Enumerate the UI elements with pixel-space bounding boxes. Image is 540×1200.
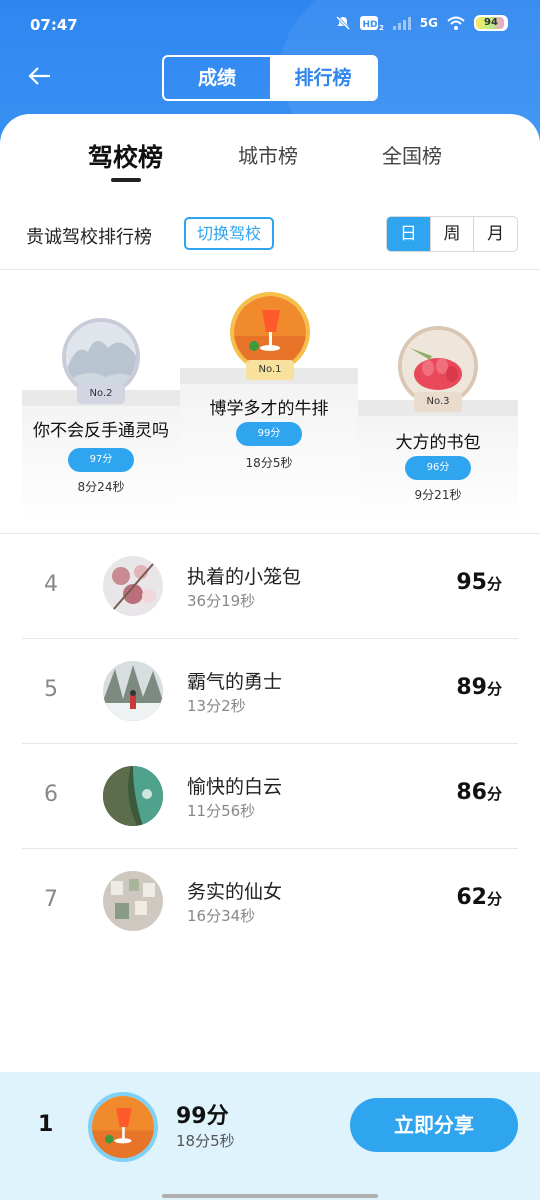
list-time: 36分19秒 xyxy=(187,592,256,610)
list-rank: 7 xyxy=(44,887,58,912)
tab-national[interactable]: 全国榜 xyxy=(382,140,442,169)
avatar[interactable] xyxy=(103,871,163,931)
tab-school[interactable]: 驾校榜 xyxy=(88,138,163,174)
avatar[interactable] xyxy=(103,661,163,721)
list-name: 执着的小笼包 xyxy=(187,566,302,588)
list-item[interactable]: 4 执着的小笼包 36分19秒 95分 xyxy=(22,534,518,639)
my-avatar[interactable] xyxy=(88,1092,158,1162)
segment-control: 成绩 排行榜 xyxy=(162,55,378,101)
list-item[interactable]: 6 愉快的白云 11分56秒 86分 xyxy=(22,744,518,849)
svg-text:2: 2 xyxy=(379,24,384,31)
status-bar: 07:47 HD 2 5G 94 xyxy=(0,0,540,50)
avatar-image xyxy=(103,766,163,826)
list-rank: 5 xyxy=(44,677,58,702)
my-rank-bar: 1 99分 18分5秒 立即分享 xyxy=(0,1072,540,1200)
ranking-tabs: 驾校榜 城市榜 全国榜 xyxy=(0,114,540,194)
avatar-image xyxy=(103,661,163,721)
hd-icon: HD 2 xyxy=(359,16,384,31)
bell-off-icon xyxy=(335,15,350,31)
ranking-list: 4 执着的小笼包 36分19秒 95分 5 霸气的勇士 13分2秒 89分 6 … xyxy=(22,534,518,954)
list-time: 16分34秒 xyxy=(187,907,256,925)
list-name: 务实的仙女 xyxy=(187,881,283,903)
home-indicator[interactable] xyxy=(162,1194,378,1198)
rank-tag-2: No.2 xyxy=(77,384,125,404)
avatar-image xyxy=(234,296,306,368)
network-type: 5G xyxy=(419,16,438,30)
wifi-icon xyxy=(447,16,465,30)
period-day[interactable]: 日 xyxy=(387,217,430,251)
school-title: 贵诚驾校排行榜 xyxy=(26,227,152,248)
list-score: 86分 xyxy=(456,780,502,805)
battery-level: 94 xyxy=(484,17,498,28)
podium: No.2 No.1 No.3 你不会反手通灵吗 97分 8分24秒 博学多才的牛… xyxy=(0,270,540,532)
list-time: 13分2秒 xyxy=(187,697,246,715)
rank-tag-1: No.1 xyxy=(246,360,294,380)
avatar-image xyxy=(103,871,163,931)
podium-time-1: 18分5秒 xyxy=(245,456,293,470)
list-name: 愉快的白云 xyxy=(187,776,283,798)
podium-time-2: 8分24秒 xyxy=(77,480,125,494)
tab-city[interactable]: 城市榜 xyxy=(238,140,298,169)
podium-score-2: 97分 xyxy=(68,448,134,472)
podium-score-3: 96分 xyxy=(405,456,471,480)
my-time: 18分5秒 xyxy=(176,1132,235,1150)
avatar-image xyxy=(103,556,163,616)
status-time: 07:47 xyxy=(30,16,78,34)
list-name: 霸气的勇士 xyxy=(187,671,283,693)
list-rank: 4 xyxy=(44,572,58,597)
podium-name-2: 你不会反手通灵吗 xyxy=(33,421,169,441)
list-rank: 6 xyxy=(44,782,58,807)
list-score: 95分 xyxy=(456,570,502,595)
avatar[interactable] xyxy=(103,766,163,826)
svg-text:HD: HD xyxy=(362,20,377,30)
podium-score-1: 99分 xyxy=(236,422,302,446)
school-row: 贵诚驾校排行榜 切换驾校 日 周 月 xyxy=(0,214,540,258)
list-score: 89分 xyxy=(456,675,502,700)
back-button[interactable] xyxy=(26,62,58,94)
battery-indicator: 94 xyxy=(474,15,508,31)
list-item[interactable]: 7 务实的仙女 16分34秒 62分 xyxy=(22,849,518,954)
avatar[interactable] xyxy=(103,556,163,616)
list-item[interactable]: 5 霸气的勇士 13分2秒 89分 xyxy=(22,639,518,744)
share-button[interactable]: 立即分享 xyxy=(350,1098,518,1152)
list-time: 11分56秒 xyxy=(187,802,256,820)
avatar-image xyxy=(92,1096,154,1158)
tab-underline xyxy=(111,178,141,182)
switch-school-button[interactable]: 切换驾校 xyxy=(184,217,274,250)
segment-scores[interactable]: 成绩 xyxy=(164,57,270,99)
ranking-card: 驾校榜 城市榜 全国榜 贵诚驾校排行榜 切换驾校 日 周 月 No.2 No.1… xyxy=(0,114,540,1200)
back-arrow-icon xyxy=(28,67,50,85)
status-icons: HD 2 5G 94 xyxy=(335,15,508,31)
podium-time-3: 9分21秒 xyxy=(414,488,462,502)
podium-name-1: 博学多才的牛排 xyxy=(209,399,329,419)
podium-name-3: 大方的书包 xyxy=(395,433,481,453)
signal-icon xyxy=(392,17,411,30)
period-week[interactable]: 周 xyxy=(429,217,474,251)
segment-ranking[interactable]: 排行榜 xyxy=(270,57,376,99)
list-score: 62分 xyxy=(456,885,502,910)
my-score: 99分 xyxy=(176,1104,229,1129)
period-month[interactable]: 月 xyxy=(473,217,517,251)
rank-tag-3: No.3 xyxy=(414,392,462,412)
period-selector: 日 周 月 xyxy=(386,216,518,252)
my-rank: 1 xyxy=(38,1112,54,1137)
avatar-image xyxy=(66,322,136,392)
